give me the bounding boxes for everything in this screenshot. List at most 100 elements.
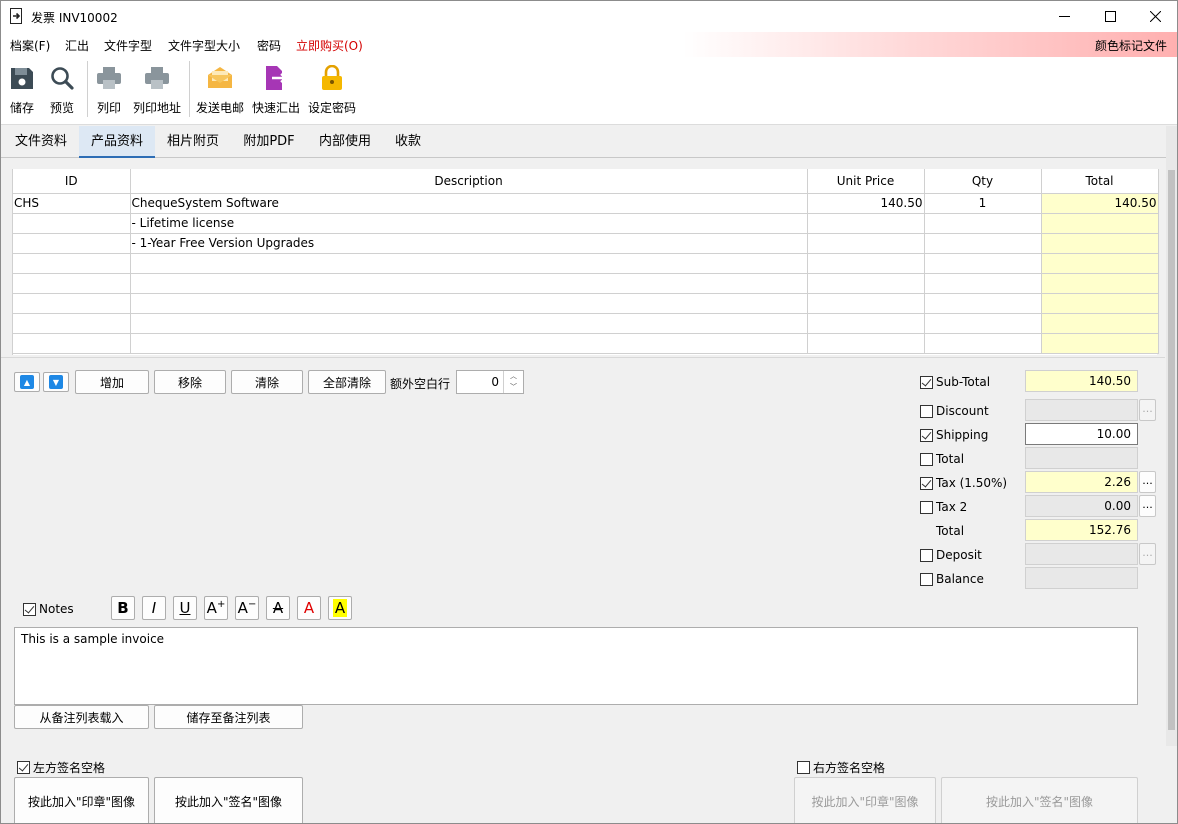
cell-unit-price[interactable]	[807, 293, 925, 314]
tax2-more-button[interactable]: ...	[1139, 495, 1156, 517]
cell-qty[interactable]	[924, 273, 1042, 294]
column-header-unit-price[interactable]: Unit Price	[807, 169, 925, 194]
minimize-button[interactable]	[1041, 1, 1087, 32]
cell-description[interactable]: - 1-Year Free Version Upgrades	[130, 233, 808, 254]
tab-document-info[interactable]: 文件资料	[3, 126, 79, 158]
cell-description[interactable]: ChequeSystem Software	[130, 193, 808, 214]
cell-qty[interactable]: 1	[924, 193, 1042, 214]
cell-id[interactable]: CHS	[13, 193, 131, 214]
shipping-input[interactable]: 10.00	[1025, 423, 1138, 445]
cell-unit-price[interactable]	[807, 313, 925, 334]
tab-internal-use[interactable]: 内部使用	[307, 126, 383, 158]
checkbox-unchecked[interactable]	[797, 761, 810, 774]
notes-textarea[interactable]: This is a sample invoice	[14, 627, 1138, 705]
highlight-button[interactable]: A	[328, 596, 352, 620]
left-signature-checkbox[interactable]: 左方签名空格	[17, 759, 105, 776]
color-tag-link[interactable]: 颜色标记文件	[1095, 37, 1167, 54]
checkbox-checked[interactable]	[17, 761, 30, 774]
save-notes-button[interactable]: 储存至备注列表	[154, 705, 303, 729]
preview-button[interactable]: 预览	[43, 57, 81, 125]
tax-checkbox[interactable]: Tax (1.50%)	[920, 476, 1007, 490]
decrease-font-button[interactable]: A−	[235, 596, 259, 620]
tab-product-info[interactable]: 产品资料	[79, 126, 155, 158]
deposit-checkbox[interactable]: Deposit	[920, 548, 982, 562]
cell-id[interactable]	[13, 253, 131, 274]
spinner-arrows[interactable]: ︿ ﹀	[503, 371, 523, 393]
discount-more-button[interactable]: ...	[1139, 399, 1156, 421]
cell-description[interactable]	[130, 273, 808, 294]
font-color-button[interactable]: A	[297, 596, 321, 620]
cell-id[interactable]	[13, 273, 131, 294]
column-header-total[interactable]: Total	[1041, 169, 1159, 194]
notes-checkbox[interactable]: Notes	[23, 602, 74, 616]
cell-unit-price[interactable]: 140.50	[807, 193, 925, 214]
italic-button[interactable]: I	[142, 596, 166, 620]
cell-id[interactable]	[13, 333, 131, 354]
cell-unit-price[interactable]	[807, 253, 925, 274]
cell-unit-price[interactable]	[807, 213, 925, 234]
extra-rows-spinner[interactable]: 0 ︿ ﹀	[456, 370, 524, 394]
clear-all-button[interactable]: 全部清除	[308, 370, 386, 394]
set-password-button[interactable]: 设定密码	[305, 57, 359, 125]
cell-qty[interactable]	[924, 313, 1042, 334]
cell-qty[interactable]	[924, 233, 1042, 254]
tax2-checkbox[interactable]: Tax 2	[920, 500, 967, 514]
vertical-scrollbar[interactable]	[1166, 126, 1177, 746]
close-button[interactable]	[1132, 1, 1177, 32]
checkbox-checked[interactable]	[23, 602, 36, 616]
maximize-button[interactable]	[1087, 1, 1133, 32]
underline-button[interactable]: U	[173, 596, 197, 620]
remove-row-button[interactable]: 移除	[154, 370, 226, 394]
column-header-id[interactable]: ID	[13, 169, 131, 194]
cell-qty[interactable]	[924, 253, 1042, 274]
bold-button[interactable]: B	[111, 596, 135, 620]
checkbox-checked[interactable]	[920, 476, 933, 490]
deposit-more-button[interactable]: ...	[1139, 543, 1156, 565]
cell-unit-price[interactable]	[807, 333, 925, 354]
menu-file[interactable]: 档案(F)	[10, 37, 50, 54]
tab-payment[interactable]: 收款	[383, 126, 433, 158]
column-header-description[interactable]: Description	[130, 169, 808, 194]
cell-unit-price[interactable]	[807, 233, 925, 254]
send-email-button[interactable]: 发送电邮	[193, 57, 247, 125]
cell-id[interactable]	[13, 313, 131, 334]
checkbox-checked[interactable]	[920, 375, 933, 389]
cell-description[interactable]	[130, 333, 808, 354]
column-header-qty[interactable]: Qty	[924, 169, 1042, 194]
quick-export-button[interactable]: 快速汇出	[249, 57, 303, 125]
cell-description[interactable]	[130, 313, 808, 334]
print-address-button[interactable]: 列印地址	[129, 57, 185, 125]
tab-attach-pdf[interactable]: 附加PDF	[231, 126, 307, 158]
increase-font-button[interactable]: A+	[204, 596, 228, 620]
chevron-down-icon[interactable]: ﹀	[504, 382, 523, 393]
cell-qty[interactable]	[924, 293, 1042, 314]
checkbox-unchecked[interactable]	[920, 548, 933, 562]
save-button[interactable]: 储存	[3, 57, 41, 125]
cell-id[interactable]	[13, 233, 131, 254]
cell-description[interactable]	[130, 293, 808, 314]
chevron-up-icon[interactable]: ︿	[504, 371, 523, 382]
cell-qty[interactable]	[924, 333, 1042, 354]
menu-buy-now[interactable]: 立即购买(O)	[296, 37, 363, 54]
checkbox-unchecked[interactable]	[920, 572, 933, 586]
left-add-stamp-button[interactable]: 按此加入"印章"图像	[14, 777, 149, 823]
strikethrough-button[interactable]: A	[266, 596, 290, 620]
balance-checkbox[interactable]: Balance	[920, 572, 984, 586]
right-add-signature-button[interactable]: 按此加入"签名"图像	[941, 777, 1138, 823]
tab-photo-attachment[interactable]: 相片附页	[155, 126, 231, 158]
tax-more-button[interactable]: ...	[1139, 471, 1156, 493]
move-row-up-button[interactable]: ▲	[14, 372, 40, 392]
total1-checkbox[interactable]: Total	[920, 452, 964, 466]
cell-description[interactable]: - Lifetime license	[130, 213, 808, 234]
checkbox-checked[interactable]	[920, 428, 933, 442]
load-notes-button[interactable]: 从备注列表载入	[14, 705, 149, 729]
clear-row-button[interactable]: 清除	[231, 370, 303, 394]
subtotal-checkbox[interactable]: Sub-Total	[920, 375, 990, 389]
checkbox-unchecked[interactable]	[920, 404, 933, 418]
left-add-signature-button[interactable]: 按此加入"签名"图像	[154, 777, 303, 823]
cell-id[interactable]	[13, 213, 131, 234]
menu-password[interactable]: 密码	[257, 37, 281, 54]
cell-description[interactable]	[130, 253, 808, 274]
right-signature-checkbox[interactable]: 右方签名空格	[797, 759, 885, 776]
line-items-grid[interactable]: ID Description Unit Price Qty Total CHS …	[12, 169, 1159, 355]
